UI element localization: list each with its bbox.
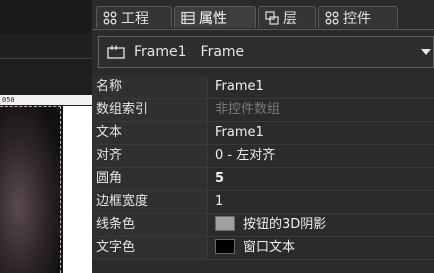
design-canvas[interactable]: 050	[0, 0, 92, 273]
tab-layers-label: 层	[283, 10, 297, 27]
property-row[interactable]: 文本 Frame1	[92, 122, 434, 145]
property-value-align[interactable]: 0 - 左对齐	[215, 145, 275, 167]
property-value-corner-radius[interactable]: 5	[215, 168, 224, 190]
canvas-ruler: 050	[0, 95, 92, 105]
frame-selection-outline[interactable]	[0, 106, 61, 273]
property-value-array-index[interactable]: 非控件数组	[215, 99, 280, 121]
property-row[interactable]: 线条色 按钮的3D阴影	[92, 214, 434, 237]
property-label: 边框宽度	[92, 191, 208, 213]
property-value-text[interactable]: Frame1	[215, 122, 264, 144]
property-value-border-width[interactable]: 1	[215, 191, 223, 213]
canvas-toolbar	[0, 0, 92, 35]
properties-icon	[181, 11, 195, 25]
property-grid: 名称 Frame1 数组索引 非控件数组 文本 Frame1 对齐 0 - 左对…	[92, 76, 434, 260]
selected-object-type: Frame	[200, 44, 245, 60]
controls-icon	[325, 11, 339, 25]
tab-layers[interactable]: 层	[258, 6, 316, 28]
canvas-subbar	[0, 34, 92, 59]
layers-icon	[265, 10, 279, 25]
tab-project-label: 工程	[121, 10, 149, 27]
property-label: 文字色	[92, 237, 208, 259]
property-value-name[interactable]: Frame1	[215, 76, 264, 98]
property-label: 文本	[92, 122, 208, 144]
color-name: 窗口文本	[243, 240, 296, 255]
tab-controls-label: 控件	[343, 10, 371, 27]
tab-project[interactable]: 工程	[96, 6, 172, 28]
canvas-blank-area	[63, 106, 92, 273]
property-label: 对齐	[92, 145, 208, 167]
tab-properties-label: 属性	[199, 10, 227, 27]
property-label: 圆角	[92, 168, 208, 190]
color-swatch[interactable]	[215, 239, 235, 254]
panel-tabs: 工程 属性 层 控件	[92, 6, 434, 30]
property-row[interactable]: 圆角 5	[92, 168, 434, 191]
property-panel: 工程 属性 层 控件 Frame1 Frame 名称 Frame1 数组索引 非…	[92, 0, 434, 273]
property-value-line-color[interactable]: 按钮的3D阴影	[215, 214, 326, 236]
property-row[interactable]: 边框宽度 1	[92, 191, 434, 214]
frame-icon	[107, 45, 125, 59]
property-row[interactable]: 名称 Frame1	[92, 76, 434, 99]
color-name: 按钮的3D阴影	[243, 217, 327, 232]
property-row[interactable]: 数组索引 非控件数组	[92, 99, 434, 122]
property-label: 线条色	[92, 214, 208, 236]
color-swatch[interactable]	[215, 216, 235, 231]
tab-divider	[92, 29, 434, 30]
property-row[interactable]: 文字色 窗口文本	[92, 237, 434, 260]
tab-properties[interactable]: 属性	[174, 6, 256, 28]
object-selector-dropdown[interactable]: Frame1 Frame	[98, 36, 434, 68]
tab-controls[interactable]: 控件	[318, 6, 398, 28]
property-row[interactable]: 对齐 0 - 左对齐	[92, 145, 434, 168]
chevron-down-icon[interactable]	[421, 49, 431, 55]
property-label: 数组索引	[92, 99, 208, 121]
ruler-label: 050	[2, 96, 15, 104]
selected-object-name: Frame1	[134, 44, 187, 60]
project-icon	[103, 11, 117, 25]
property-label: 名称	[92, 76, 208, 98]
property-value-text-color[interactable]: 窗口文本	[215, 237, 295, 259]
